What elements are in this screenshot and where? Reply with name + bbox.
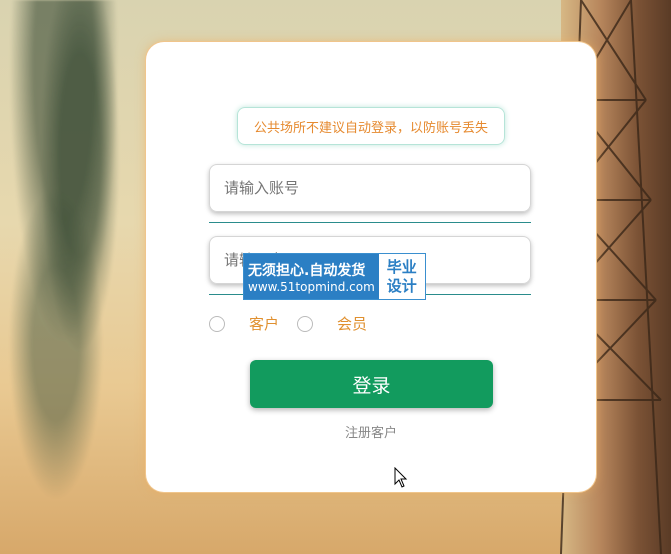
watermark-right: 毕业 设计 — [378, 254, 425, 299]
security-notice: 公共场所不建议自动登录，以防账号丢失 — [237, 107, 505, 145]
account-field-wrap — [209, 164, 531, 223]
watermark-left: 无须担心.自动发货 www.51topmind.com — [244, 254, 379, 299]
login-button[interactable]: 登录 — [250, 360, 493, 408]
register-link[interactable]: 注册客户 — [146, 422, 596, 441]
role-selector: 客户 会员 — [209, 313, 371, 334]
role-radio-member[interactable] — [297, 315, 314, 332]
mouse-cursor-icon — [394, 467, 408, 488]
watermark-url: www.51topmind.com — [248, 279, 375, 294]
role-radio-customer[interactable] — [209, 315, 225, 332]
role-label-member: 会员 — [337, 315, 368, 333]
watermark-line1: 无须担心.自动发货 — [248, 262, 366, 279]
watermark-right2: 设计 — [386, 276, 417, 295]
background-foliage — [0, 0, 160, 554]
account-input[interactable] — [222, 178, 516, 198]
watermark-badge: 无须担心.自动发货 www.51topmind.com 毕业 设计 — [243, 253, 426, 300]
account-field[interactable] — [209, 164, 531, 212]
watermark-right1: 毕业 — [386, 257, 417, 276]
role-label-customer: 客户 — [249, 315, 280, 333]
account-underline — [209, 222, 531, 223]
